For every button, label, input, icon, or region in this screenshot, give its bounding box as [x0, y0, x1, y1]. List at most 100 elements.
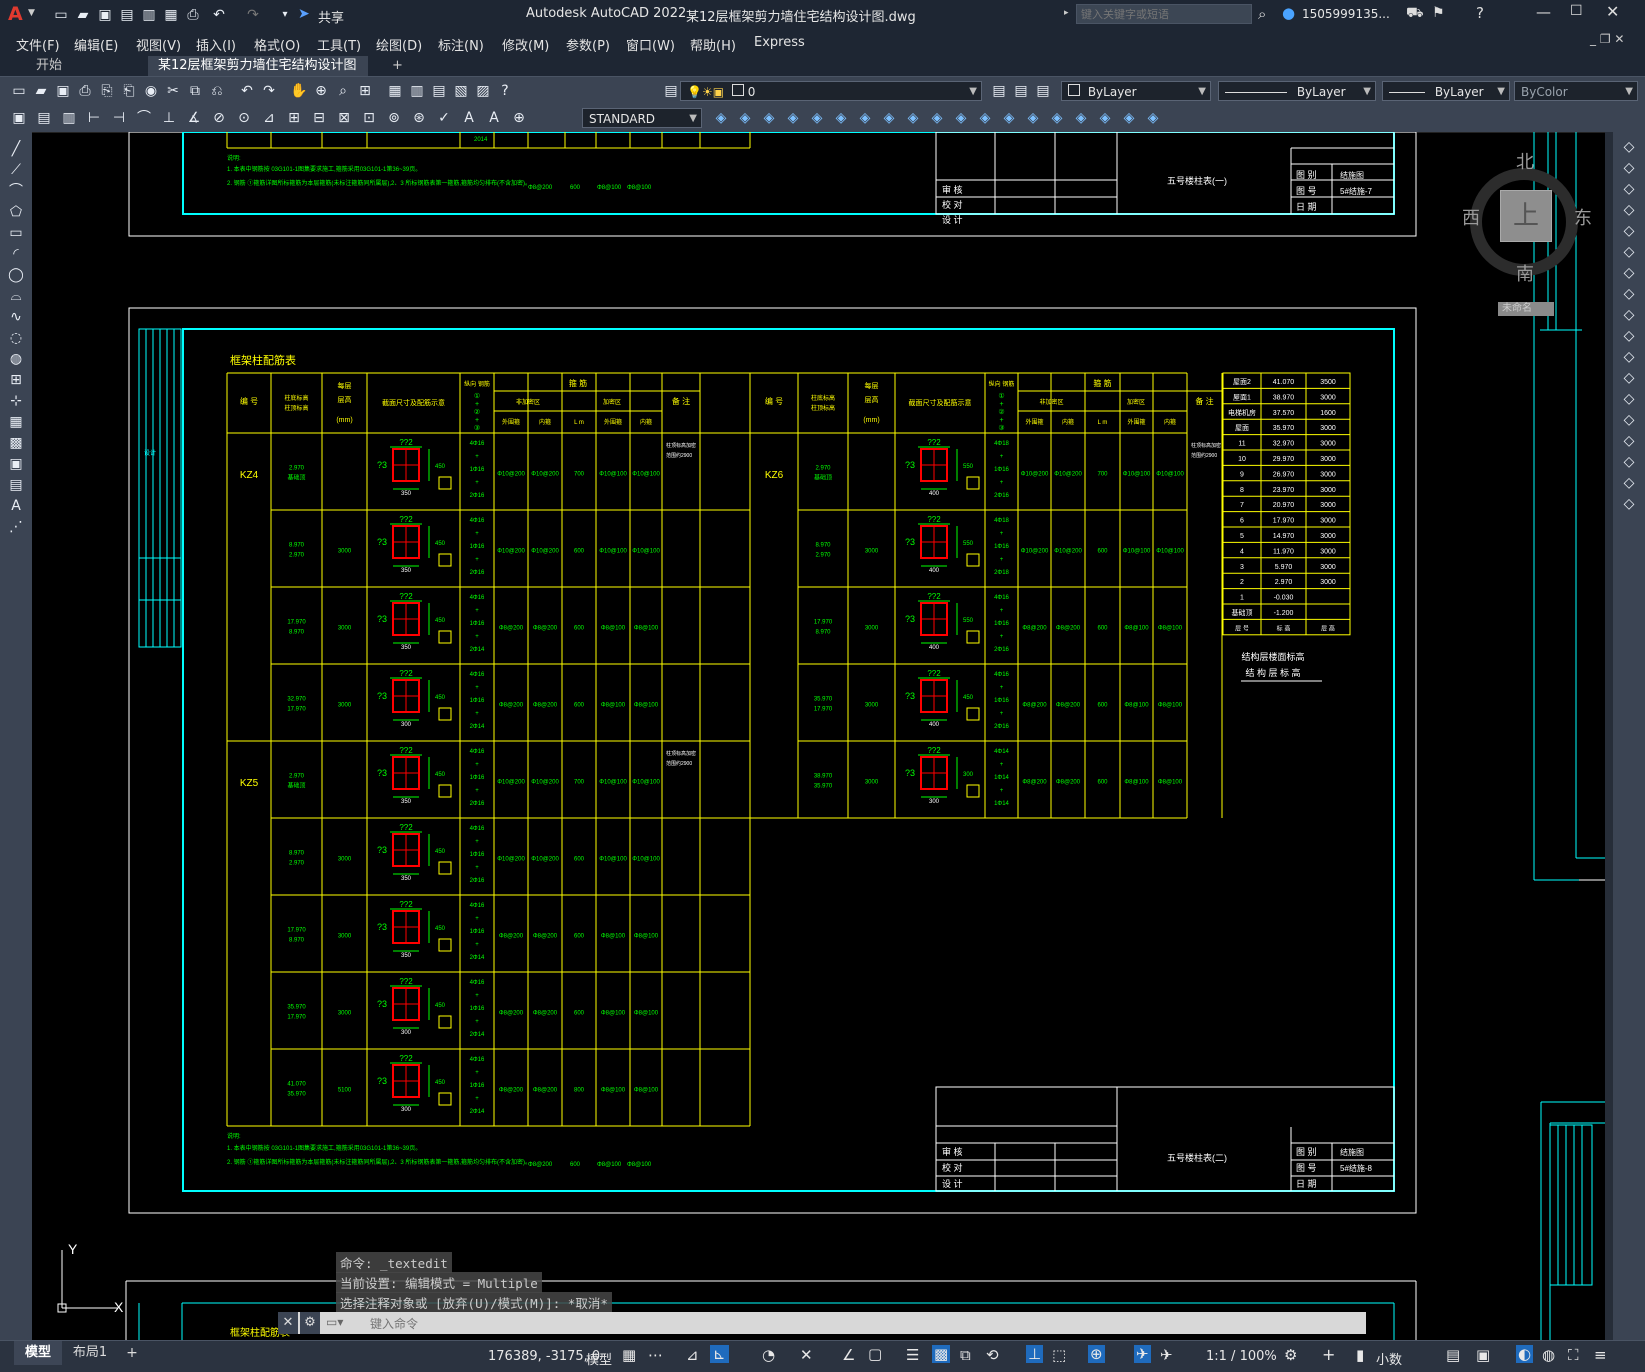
open-web-icon[interactable]: ▥: [140, 6, 158, 24]
annotation-visibility-icon[interactable]: ✈: [1134, 1345, 1151, 1363]
break-icon[interactable]: ◇: [1620, 390, 1638, 408]
lineweight-icon[interactable]: ☰: [906, 1346, 919, 1364]
undo-icon[interactable]: ↶: [238, 82, 256, 100]
modify-tool-10-icon[interactable]: ◈: [952, 109, 970, 127]
modify-tool-6-icon[interactable]: ◈: [856, 109, 874, 127]
ellipse-arc-icon[interactable]: ◍: [7, 350, 25, 368]
infer-constraints-icon[interactable]: ⊿: [686, 1346, 699, 1364]
command-customize-icon[interactable]: ⚙: [300, 1312, 320, 1334]
tab-add-button[interactable]: +: [382, 56, 413, 76]
menu-item[interactable]: 视图(V): [136, 35, 181, 54]
customize-qat-icon[interactable]: ▾: [276, 6, 294, 24]
minimize-icon[interactable]: —: [1536, 3, 1551, 21]
open-file-icon[interactable]: ▰: [74, 6, 92, 24]
add-selected-icon[interactable]: ⋰: [7, 518, 25, 536]
gizmo-icon[interactable]: ⊕: [1088, 1345, 1105, 1363]
scale-icon[interactable]: ◇: [1620, 285, 1638, 303]
help-icon[interactable]: ?: [496, 82, 514, 100]
construction-line-icon[interactable]: ⟋: [7, 161, 25, 179]
plotstyle-dropdown[interactable]: ByColor ▼: [1514, 81, 1638, 101]
menu-item[interactable]: 格式(O): [254, 35, 300, 54]
layer-match-icon[interactable]: ▤: [990, 82, 1008, 100]
menu-item[interactable]: Express: [754, 35, 805, 50]
dimension-tool-11-icon[interactable]: ⊞: [285, 109, 303, 127]
copy-object-icon[interactable]: ◇: [1620, 159, 1638, 177]
modify-tool-17-icon[interactable]: ◈: [1120, 109, 1138, 127]
3d-dwf-icon[interactable]: ◉: [142, 82, 160, 100]
cart-icon[interactable]: ⛟: [1406, 5, 1424, 23]
dimension-tool-8-icon[interactable]: ⊘: [210, 109, 228, 127]
insert-block-icon[interactable]: ⊞: [7, 371, 25, 389]
viewcube[interactable]: 上 北 南 西 东 未命名: [1462, 148, 1592, 316]
save-icon[interactable]: ▣: [54, 82, 72, 100]
viewcube-north[interactable]: 北: [1516, 148, 1534, 174]
trim-icon[interactable]: ◇: [1620, 327, 1638, 345]
plot-preview-icon[interactable]: ⎘: [98, 82, 116, 100]
menu-item[interactable]: 编辑(E): [74, 35, 118, 54]
zoom-realtime-icon[interactable]: ⊕: [312, 82, 330, 100]
dimension-tool-10-icon[interactable]: ⊿: [260, 109, 278, 127]
tab-layout1[interactable]: 布局1: [66, 1341, 114, 1365]
snap-icon[interactable]: ⋯: [648, 1346, 663, 1364]
doc-minimize-icon[interactable]: _ ❐ ✕: [1590, 32, 1624, 46]
share-button[interactable]: 共享: [318, 7, 344, 26]
selection-filter-icon[interactable]: ⬚: [1052, 1346, 1066, 1364]
linetype-dropdown[interactable]: ByLayer ▼: [1218, 81, 1376, 101]
drawing-canvas[interactable]: 2014 说明: 1. 本表中钢筋按 03G101-1图集要求施工,箍筋采用03G1…: [32, 132, 1605, 1340]
modify-tool-11-icon[interactable]: ◈: [976, 109, 994, 127]
autodesk-app-icon[interactable]: ⚑: [1432, 5, 1445, 21]
viewcube-west[interactable]: 西: [1462, 204, 1480, 230]
dimension-tool-4-icon[interactable]: ⊣: [110, 109, 128, 127]
chamfer-icon[interactable]: ◇: [1620, 432, 1638, 450]
tab-model[interactable]: 模型: [14, 1341, 62, 1365]
publish-icon[interactable]: ⎗: [120, 82, 138, 100]
menu-item[interactable]: 工具(T): [317, 35, 361, 54]
fillet-icon[interactable]: ◇: [1620, 453, 1638, 471]
mirror-icon[interactable]: ◇: [1620, 180, 1638, 198]
modify-tool-1-icon[interactable]: ◈: [736, 109, 754, 127]
menu-item[interactable]: 文件(F): [16, 35, 60, 54]
dimension-tool-13-icon[interactable]: ⊠: [335, 109, 353, 127]
autocad-logo[interactable]: A: [8, 3, 23, 25]
ortho-icon[interactable]: ⊾: [710, 1345, 729, 1363]
selection-cycling-icon[interactable]: ⧉: [960, 1346, 971, 1364]
isodraft-icon[interactable]: ✕: [800, 1346, 813, 1364]
offset-icon[interactable]: ◇: [1620, 201, 1638, 219]
isolate-objects-icon[interactable]: ◐: [1516, 1345, 1534, 1363]
sheet-set-icon[interactable]: ▧: [452, 82, 470, 100]
line-icon[interactable]: ╱: [7, 140, 25, 158]
app-menu-dropdown-icon[interactable]: ▼: [28, 8, 35, 18]
color-dropdown[interactable]: ByLayer ▼: [1061, 81, 1211, 101]
layer-properties-icon[interactable]: ▤: [662, 82, 680, 100]
arc-icon[interactable]: ◜: [7, 245, 25, 263]
extend-icon[interactable]: ◇: [1620, 348, 1638, 366]
modify-tool-14-icon[interactable]: ◈: [1048, 109, 1066, 127]
command-input[interactable]: [368, 1314, 1352, 1334]
dimension-tool-3-icon[interactable]: ⊢: [85, 109, 103, 127]
tab-start[interactable]: 开始: [26, 56, 72, 76]
auto-scale-icon[interactable]: ✈: [1160, 1346, 1173, 1364]
wcs-menu[interactable]: 未命名: [1498, 302, 1554, 316]
gradient-icon[interactable]: ▣: [7, 455, 25, 473]
design-center-icon[interactable]: ▥: [408, 82, 426, 100]
zoom-previous-icon[interactable]: ⊞: [356, 82, 374, 100]
transparency-icon[interactable]: ▩: [932, 1345, 951, 1363]
explode-icon[interactable]: ◇: [1620, 495, 1638, 513]
modify-tool-9-icon[interactable]: ◈: [928, 109, 946, 127]
annotation-scale[interactable]: 1:1 / 100%: [1206, 1349, 1277, 1364]
break-at-point-icon[interactable]: ◇: [1620, 369, 1638, 387]
menu-item[interactable]: 绘图(D): [376, 35, 422, 54]
lock-ui-icon[interactable]: ▣: [1476, 1346, 1490, 1364]
new-icon[interactable]: ▭: [10, 82, 28, 100]
properties-icon[interactable]: ▦: [386, 82, 404, 100]
close-icon[interactable]: ✕: [1606, 2, 1619, 21]
osnap-tracking-icon[interactable]: ∠: [842, 1346, 855, 1364]
modify-tool-8-icon[interactable]: ◈: [904, 109, 922, 127]
pan-icon[interactable]: ✋: [290, 82, 308, 100]
tool-palettes-icon[interactable]: ▤: [430, 82, 448, 100]
grid-icon[interactable]: ▦: [622, 1346, 636, 1364]
modify-tool-7-icon[interactable]: ◈: [880, 109, 898, 127]
copy-icon[interactable]: ⧉: [186, 82, 204, 100]
menu-item[interactable]: 帮助(H): [690, 35, 736, 54]
menu-item[interactable]: 窗口(W): [626, 35, 675, 54]
